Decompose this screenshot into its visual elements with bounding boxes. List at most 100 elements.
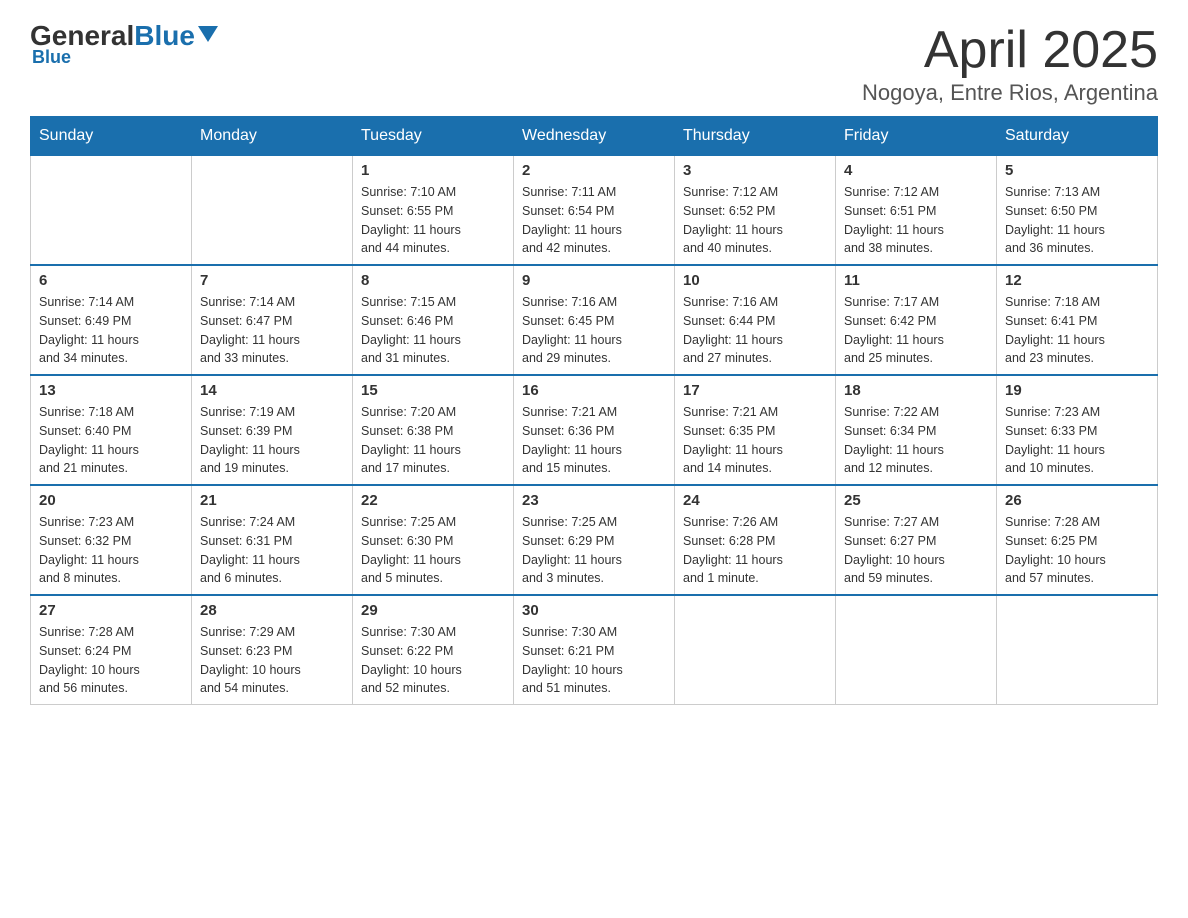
day-info: Sunrise: 7:26 AMSunset: 6:28 PMDaylight:… — [683, 513, 827, 588]
calendar-cell — [31, 156, 192, 266]
day-info: Sunrise: 7:30 AMSunset: 6:21 PMDaylight:… — [522, 623, 666, 698]
logo-blue-text: Blue — [134, 20, 195, 52]
day-number: 7 — [200, 272, 344, 289]
day-info: Sunrise: 7:18 AMSunset: 6:41 PMDaylight:… — [1005, 293, 1149, 368]
page-subtitle: Nogoya, Entre Rios, Argentina — [862, 80, 1158, 106]
day-number: 9 — [522, 272, 666, 289]
calendar-cell: 30 Sunrise: 7:30 AMSunset: 6:21 PMDayligh… — [514, 595, 675, 705]
weekday-header-wednesday: Wednesday — [514, 117, 675, 156]
calendar-cell: 2 Sunrise: 7:11 AMSunset: 6:54 PMDaylight… — [514, 156, 675, 266]
calendar-cell: 4 Sunrise: 7:12 AMSunset: 6:51 PMDaylight… — [836, 156, 997, 266]
day-number: 15 — [361, 382, 505, 399]
day-info: Sunrise: 7:27 AMSunset: 6:27 PMDaylight:… — [844, 513, 988, 588]
day-number: 5 — [1005, 162, 1149, 179]
day-info: Sunrise: 7:25 AMSunset: 6:29 PMDaylight:… — [522, 513, 666, 588]
calendar-cell: 18 Sunrise: 7:22 AMSunset: 6:34 PMDayligh… — [836, 375, 997, 485]
calendar-cell: 24 Sunrise: 7:26 AMSunset: 6:28 PMDayligh… — [675, 485, 836, 595]
calendar-cell: 16 Sunrise: 7:21 AMSunset: 6:36 PMDayligh… — [514, 375, 675, 485]
weekday-header-friday: Friday — [836, 117, 997, 156]
logo-triangle-icon — [198, 26, 218, 42]
day-number: 24 — [683, 492, 827, 509]
day-number: 21 — [200, 492, 344, 509]
calendar-cell: 3 Sunrise: 7:12 AMSunset: 6:52 PMDaylight… — [675, 156, 836, 266]
day-info: Sunrise: 7:15 AMSunset: 6:46 PMDaylight:… — [361, 293, 505, 368]
day-number: 18 — [844, 382, 988, 399]
calendar-week-3: 13Sunrise: 7:18 AMSunset: 6:40 PMDayligh… — [31, 375, 1158, 485]
day-info: Sunrise: 7:23 AMSunset: 6:32 PMDaylight:… — [39, 513, 183, 588]
calendar-cell: 1 Sunrise: 7:10 AMSunset: 6:55 PMDaylight… — [353, 156, 514, 266]
day-number: 30 — [522, 602, 666, 619]
calendar-cell: 11 Sunrise: 7:17 AMSunset: 6:42 PMDayligh… — [836, 265, 997, 375]
day-info: Sunrise: 7:19 AMSunset: 6:39 PMDaylight:… — [200, 403, 344, 478]
day-info: Sunrise: 7:16 AMSunset: 6:44 PMDaylight:… — [683, 293, 827, 368]
day-info: Sunrise: 7:17 AMSunset: 6:42 PMDaylight:… — [844, 293, 988, 368]
day-number: 29 — [361, 602, 505, 619]
calendar-cell: 14 Sunrise: 7:19 AMSunset: 6:39 PMDayligh… — [192, 375, 353, 485]
calendar-cell: 25 Sunrise: 7:27 AMSunset: 6:27 PMDayligh… — [836, 485, 997, 595]
calendar-week-1: 1 Sunrise: 7:10 AMSunset: 6:55 PMDaylight… — [31, 156, 1158, 266]
day-number: 13 — [39, 382, 183, 399]
weekday-header-monday: Monday — [192, 117, 353, 156]
weekday-header-sunday: Sunday — [31, 117, 192, 156]
weekday-header-saturday: Saturday — [997, 117, 1158, 156]
day-info: Sunrise: 7:13 AMSunset: 6:50 PMDaylight:… — [1005, 183, 1149, 258]
day-number: 22 — [361, 492, 505, 509]
calendar-cell: 27 Sunrise: 7:28 AMSunset: 6:24 PMDayligh… — [31, 595, 192, 705]
calendar-cell: 15Sunrise: 7:20 AMSunset: 6:38 PMDayligh… — [353, 375, 514, 485]
weekday-header-tuesday: Tuesday — [353, 117, 514, 156]
calendar-cell: 9 Sunrise: 7:16 AMSunset: 6:45 PMDaylight… — [514, 265, 675, 375]
calendar-cell: 13Sunrise: 7:18 AMSunset: 6:40 PMDayligh… — [31, 375, 192, 485]
day-number: 11 — [844, 272, 988, 289]
day-number: 16 — [522, 382, 666, 399]
calendar-week-4: 20 Sunrise: 7:23 AMSunset: 6:32 PMDayligh… — [31, 485, 1158, 595]
day-number: 23 — [522, 492, 666, 509]
calendar-cell — [675, 595, 836, 705]
day-info: Sunrise: 7:14 AMSunset: 6:49 PMDaylight:… — [39, 293, 183, 368]
calendar-cell: 8 Sunrise: 7:15 AMSunset: 6:46 PMDaylight… — [353, 265, 514, 375]
day-info: Sunrise: 7:10 AMSunset: 6:55 PMDaylight:… — [361, 183, 505, 258]
day-number: 25 — [844, 492, 988, 509]
calendar-cell: 17 Sunrise: 7:21 AMSunset: 6:35 PMDayligh… — [675, 375, 836, 485]
day-info: Sunrise: 7:21 AMSunset: 6:35 PMDaylight:… — [683, 403, 827, 478]
calendar-cell: 7Sunrise: 7:14 AMSunset: 6:47 PMDaylight… — [192, 265, 353, 375]
day-info: Sunrise: 7:25 AMSunset: 6:30 PMDaylight:… — [361, 513, 505, 588]
day-number: 27 — [39, 602, 183, 619]
day-info: Sunrise: 7:28 AMSunset: 6:24 PMDaylight:… — [39, 623, 183, 698]
day-number: 2 — [522, 162, 666, 179]
day-info: Sunrise: 7:28 AMSunset: 6:25 PMDaylight:… — [1005, 513, 1149, 588]
calendar-cell: 28 Sunrise: 7:29 AMSunset: 6:23 PMDayligh… — [192, 595, 353, 705]
calendar-cell: 5 Sunrise: 7:13 AMSunset: 6:50 PMDaylight… — [997, 156, 1158, 266]
day-number: 8 — [361, 272, 505, 289]
calendar-cell — [836, 595, 997, 705]
day-number: 3 — [683, 162, 827, 179]
calendar-week-2: 6Sunrise: 7:14 AMSunset: 6:49 PMDaylight… — [31, 265, 1158, 375]
day-info: Sunrise: 7:30 AMSunset: 6:22 PMDaylight:… — [361, 623, 505, 698]
logo-underline: Blue — [32, 47, 71, 68]
calendar-header-row: SundayMondayTuesdayWednesdayThursdayFrid… — [31, 117, 1158, 156]
day-info: Sunrise: 7:12 AMSunset: 6:51 PMDaylight:… — [844, 183, 988, 258]
day-number: 17 — [683, 382, 827, 399]
title-block: April 2025 Nogoya, Entre Rios, Argentina — [862, 20, 1158, 106]
day-info: Sunrise: 7:12 AMSunset: 6:52 PMDaylight:… — [683, 183, 827, 258]
day-info: Sunrise: 7:22 AMSunset: 6:34 PMDaylight:… — [844, 403, 988, 478]
day-number: 14 — [200, 382, 344, 399]
day-number: 4 — [844, 162, 988, 179]
calendar-cell: 20 Sunrise: 7:23 AMSunset: 6:32 PMDayligh… — [31, 485, 192, 595]
calendar-cell: 19 Sunrise: 7:23 AMSunset: 6:33 PMDayligh… — [997, 375, 1158, 485]
day-info: Sunrise: 7:16 AMSunset: 6:45 PMDaylight:… — [522, 293, 666, 368]
day-number: 19 — [1005, 382, 1149, 399]
day-number: 28 — [200, 602, 344, 619]
calendar-table: SundayMondayTuesdayWednesdayThursdayFrid… — [30, 116, 1158, 705]
day-number: 20 — [39, 492, 183, 509]
day-info: Sunrise: 7:21 AMSunset: 6:36 PMDaylight:… — [522, 403, 666, 478]
calendar-cell: 12Sunrise: 7:18 AMSunset: 6:41 PMDayligh… — [997, 265, 1158, 375]
day-number: 1 — [361, 162, 505, 179]
calendar-cell: 10Sunrise: 7:16 AMSunset: 6:44 PMDayligh… — [675, 265, 836, 375]
weekday-header-thursday: Thursday — [675, 117, 836, 156]
calendar-cell: 23 Sunrise: 7:25 AMSunset: 6:29 PMDayligh… — [514, 485, 675, 595]
day-info: Sunrise: 7:29 AMSunset: 6:23 PMDaylight:… — [200, 623, 344, 698]
page-title: April 2025 — [862, 20, 1158, 80]
day-info: Sunrise: 7:11 AMSunset: 6:54 PMDaylight:… — [522, 183, 666, 258]
day-info: Sunrise: 7:24 AMSunset: 6:31 PMDaylight:… — [200, 513, 344, 588]
day-info: Sunrise: 7:23 AMSunset: 6:33 PMDaylight:… — [1005, 403, 1149, 478]
